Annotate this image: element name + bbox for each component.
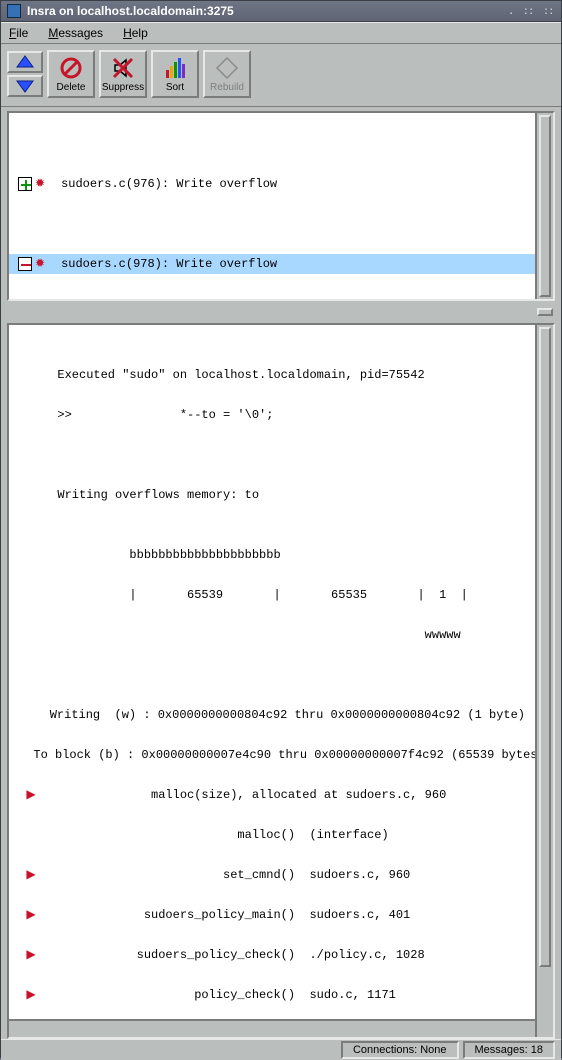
trace-marker-icon: ▶ xyxy=(19,985,43,1005)
suppress-button[interactable]: Suppress xyxy=(99,50,147,98)
error-list-panel: ✹ sudoers.c(976): Write overflow ✹ sudoe… xyxy=(7,111,555,301)
sort-bars-icon xyxy=(163,56,187,80)
error-list[interactable]: ✹ sudoers.c(976): Write overflow ✹ sudoe… xyxy=(9,113,535,301)
menu-help[interactable]: Help xyxy=(119,23,152,43)
no-entry-icon xyxy=(59,56,83,80)
collapse-icon[interactable] xyxy=(18,257,32,271)
status-messages: Messages: 18 xyxy=(463,1041,555,1059)
trace-marker-icon: ▶ xyxy=(19,785,43,805)
trace-marker-icon: ▶ xyxy=(19,945,43,965)
title-bar: Insra on localhost.localdomain:3275 . ::… xyxy=(1,1,561,22)
error-list-scrollbar[interactable] xyxy=(535,113,553,299)
rebuild-label: Rebuild xyxy=(210,82,244,93)
detail-scrollbar[interactable] xyxy=(535,325,553,1037)
window-buttons[interactable]: . :: :: xyxy=(510,6,555,17)
scroll-thumb[interactable] xyxy=(539,115,551,297)
toolbar: Delete Suppress Sort Rebuild xyxy=(1,44,561,107)
error-row[interactable]: ✹ sudoers.c(976): Write overflow xyxy=(9,174,535,194)
nav-down-button[interactable] xyxy=(7,75,43,97)
arrow-down-icon xyxy=(15,79,35,93)
nav-up-button[interactable] xyxy=(7,51,43,73)
window-title: Insra on localhost.localdomain:3275 xyxy=(27,4,510,18)
status-bar: Connections: None Messages: 18 xyxy=(1,1039,561,1060)
detail-hscrollbar[interactable] xyxy=(9,1019,535,1037)
delete-button[interactable]: Delete xyxy=(47,50,95,98)
detail-text[interactable]: Executed "sudo" on localhost.localdomain… xyxy=(9,325,535,1039)
error-text: sudoers.c(976): Write overflow xyxy=(61,174,535,194)
detail-panel: Executed "sudo" on localhost.localdomain… xyxy=(7,323,555,1039)
suppress-icon xyxy=(111,56,135,80)
rebuild-icon xyxy=(215,56,239,80)
trace-marker-icon: ▶ xyxy=(19,865,43,885)
expand-icon[interactable] xyxy=(18,177,32,191)
bug-icon: ✹ xyxy=(35,174,45,194)
sort-label: Sort xyxy=(166,82,184,93)
error-row-selected[interactable]: ✹ sudoers.c(978): Write overflow xyxy=(9,254,535,274)
work-area: ✹ sudoers.c(976): Write overflow ✹ sudoe… xyxy=(1,107,561,1039)
scroll-thumb[interactable] xyxy=(539,327,551,967)
status-connections: Connections: None xyxy=(341,1041,459,1059)
menu-messages[interactable]: Messages xyxy=(44,23,107,43)
sort-button[interactable]: Sort xyxy=(151,50,199,98)
suppress-label: Suppress xyxy=(102,82,144,93)
menu-file[interactable]: File xyxy=(5,23,32,43)
trace-marker-icon: ▶ xyxy=(19,905,43,925)
panel-splitter[interactable] xyxy=(7,307,555,317)
app-icon xyxy=(7,4,21,18)
error-text: sudoers.c(978): Write overflow xyxy=(61,254,535,274)
rebuild-button[interactable]: Rebuild xyxy=(203,50,251,98)
arrow-up-icon xyxy=(15,55,35,69)
menu-bar: File Messages Help xyxy=(1,22,561,44)
delete-label: Delete xyxy=(57,82,86,93)
bug-icon: ✹ xyxy=(35,254,45,274)
splitter-grip-icon[interactable] xyxy=(537,308,553,316)
